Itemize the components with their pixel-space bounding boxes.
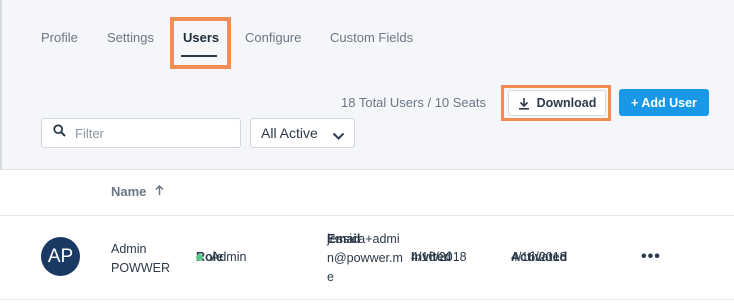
status-select-value: All Active (261, 125, 318, 141)
row-divider (0, 299, 734, 300)
users-tab-highlight (170, 17, 231, 69)
tab-settings[interactable]: Settings (107, 30, 154, 45)
status-select[interactable]: All Active (250, 118, 355, 148)
user-invited-date: 4/16/2018 (411, 250, 467, 264)
more-horizontal-icon[interactable]: ••• (641, 248, 661, 266)
user-role-label: Admin (211, 250, 247, 264)
avatar: AP (41, 237, 80, 276)
user-email: jessica+admin@powwer.me (327, 232, 403, 284)
column-header-name[interactable]: Name (111, 184, 164, 199)
user-last-name: POWWER (111, 261, 171, 275)
seats-summary: 18 Total Users / 10 Seats (341, 95, 487, 110)
chevron-down-icon (332, 128, 345, 144)
table-header-divider (0, 215, 734, 216)
active-status-dot (196, 253, 203, 261)
tab-profile[interactable]: Profile (41, 30, 78, 45)
add-user-button[interactable]: + Add User (619, 89, 709, 116)
user-first-name: Admin (111, 242, 147, 256)
sort-ascending-icon (155, 184, 164, 199)
user-role: Admin (196, 250, 246, 264)
panel-left-border (0, 0, 2, 170)
download-button-highlight (501, 85, 611, 121)
user-activated-date: 4/16/2018 (511, 250, 567, 264)
filter-input[interactable] (75, 125, 225, 141)
tab-custom-fields[interactable]: Custom Fields (330, 30, 413, 45)
filter-field[interactable] (41, 118, 241, 148)
tab-configure[interactable]: Configure (245, 30, 301, 45)
user-name[interactable]: Admin POWWER (111, 240, 170, 278)
search-icon (53, 124, 66, 142)
column-header-name-label: Name (111, 184, 147, 199)
